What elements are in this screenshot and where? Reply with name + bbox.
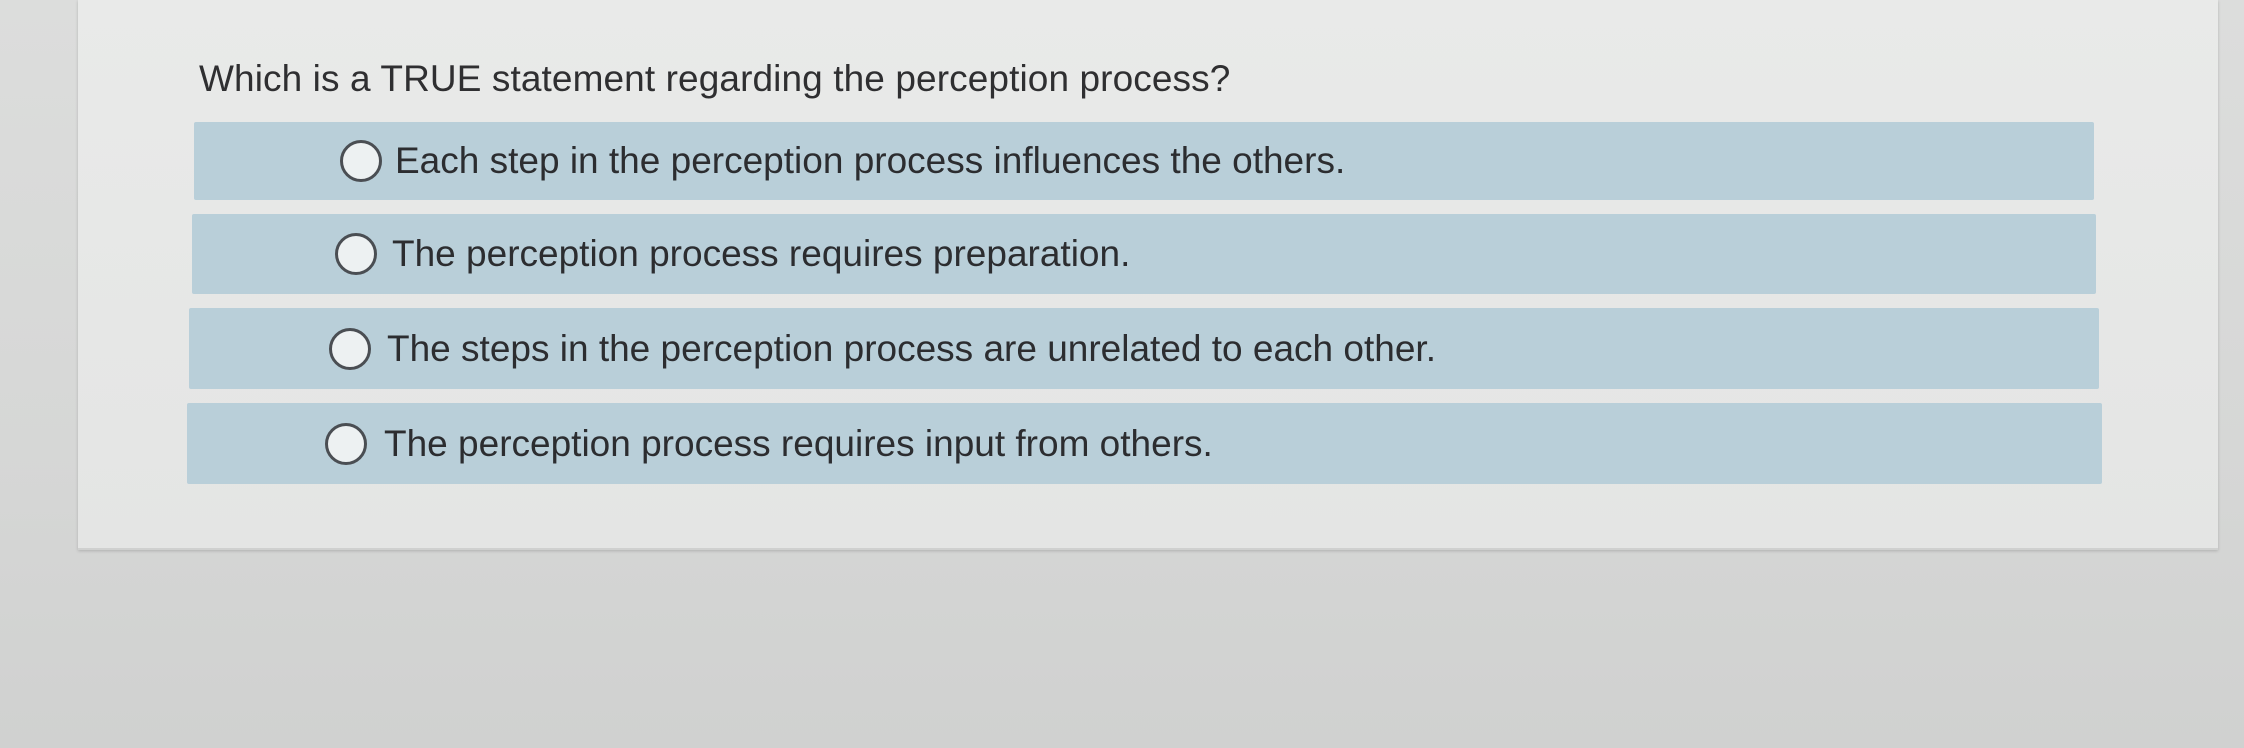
answer-option-label: The perception process requires input fr… xyxy=(384,422,1213,464)
radio-button-icon[interactable] xyxy=(325,422,367,465)
answer-option-4[interactable]: The perception process requires input fr… xyxy=(187,403,2102,484)
answer-option-1[interactable]: Each step in the perception process infl… xyxy=(194,122,2094,200)
answer-option-3[interactable]: The steps in the perception process are … xyxy=(189,308,2099,389)
radio-button-icon[interactable] xyxy=(340,140,382,182)
answer-option-label: The steps in the perception process are … xyxy=(387,327,1436,369)
answer-option-label: Each step in the perception process infl… xyxy=(395,140,1346,181)
radio-button-icon[interactable] xyxy=(335,233,377,275)
answer-option-2[interactable]: The perception process requires preparat… xyxy=(192,214,2096,294)
answer-choices: Each step in the perception process infl… xyxy=(78,0,2218,548)
question-card: Which is a TRUE statement regarding the … xyxy=(78,0,2218,550)
answer-option-label: The perception process requires preparat… xyxy=(392,233,1131,274)
radio-button-icon[interactable] xyxy=(329,327,371,370)
